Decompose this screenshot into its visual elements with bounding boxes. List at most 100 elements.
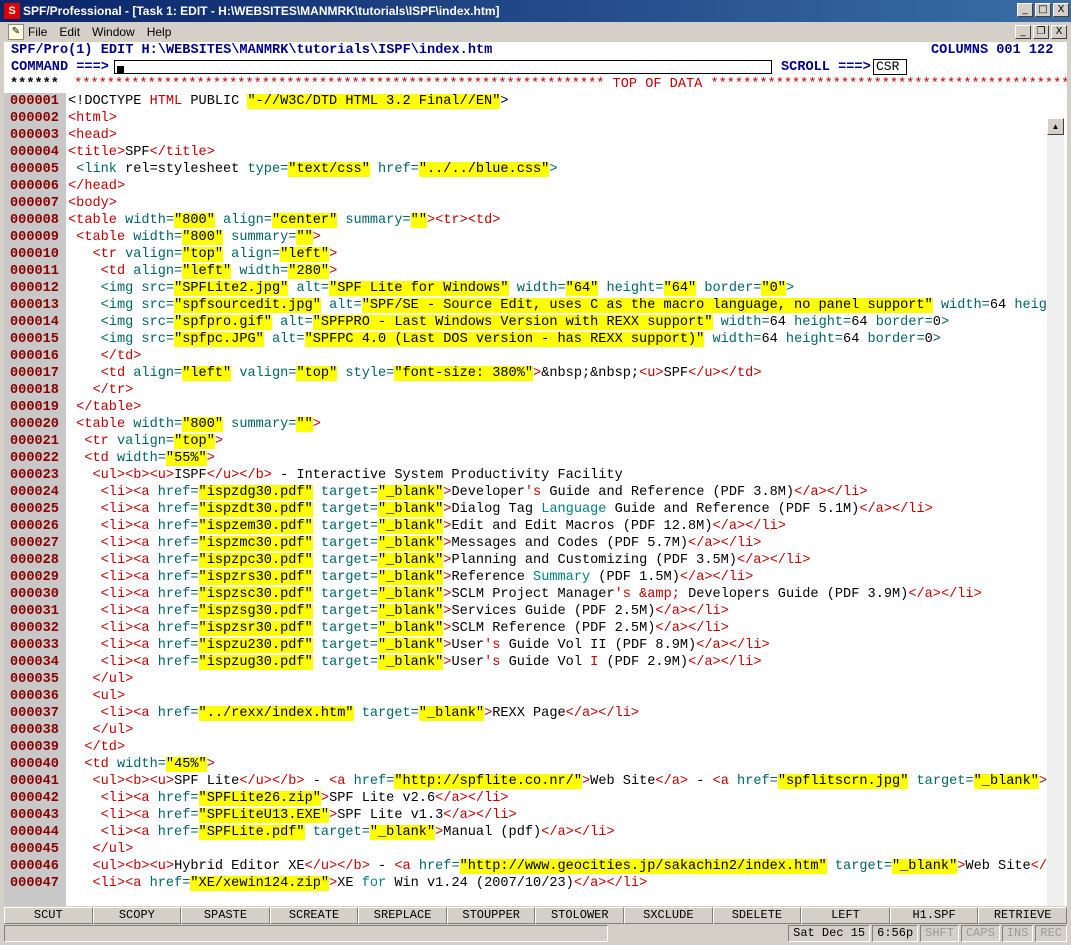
line-number[interactable]: 000019 xyxy=(10,399,59,416)
line-number[interactable]: 000041 xyxy=(10,773,59,790)
line-number[interactable]: 000007 xyxy=(10,195,59,212)
line-number[interactable]: 000045 xyxy=(10,841,59,858)
line-number[interactable]: 000043 xyxy=(10,807,59,824)
line-number[interactable]: 000040 xyxy=(10,756,59,773)
app-icon[interactable]: S xyxy=(4,3,20,19)
line-text[interactable]: </td> xyxy=(68,739,1047,756)
line-text[interactable]: </ul> xyxy=(68,841,1047,858)
line-text[interactable]: <link rel=stylesheet type="text/css" hre… xyxy=(68,161,1047,178)
line-number[interactable]: 000035 xyxy=(10,671,59,688)
line-number[interactable]: 000039 xyxy=(10,739,59,756)
line-number[interactable]: 000012 xyxy=(10,280,59,297)
line-text[interactable]: <li><a href="SPFLite26.zip">SPF Lite v2.… xyxy=(68,790,1047,807)
line-text[interactable]: <li><a href="ispzsc30.pdf" target="_blan… xyxy=(68,586,1047,603)
line-text[interactable]: <li><a href="ispzdt30.pdf" target="_blan… xyxy=(68,501,1047,518)
line-number[interactable]: 000001 xyxy=(10,93,59,110)
line-number[interactable]: 000009 xyxy=(10,229,59,246)
line-number[interactable]: 000031 xyxy=(10,603,59,620)
line-number[interactable]: 000022 xyxy=(10,450,59,467)
line-number[interactable]: 000021 xyxy=(10,433,59,450)
line-number[interactable]: 000032 xyxy=(10,620,59,637)
fkey-sreplace[interactable]: SREPLACE xyxy=(358,907,447,924)
fkey-screate[interactable]: SCREATE xyxy=(269,907,359,924)
line-text[interactable]: <img src="spfpro.gif" alt="SPFPRO - Last… xyxy=(68,314,1047,331)
line-number[interactable]: 000037 xyxy=(10,705,59,722)
scroll-input[interactable]: CSR xyxy=(873,59,907,75)
fkey-left[interactable]: LEFT xyxy=(801,907,890,924)
line-text[interactable]: <table width="800" summary=""> xyxy=(68,416,1047,433)
line-text[interactable]: <ul><b><u>Hybrid Editor XE</u></b> - <a … xyxy=(68,858,1047,875)
line-number[interactable]: 000029 xyxy=(10,569,59,586)
line-text[interactable]: <tr valign="top" align="left"> xyxy=(68,246,1047,263)
line-text[interactable]: <table width="800" summary=""> xyxy=(68,229,1047,246)
fkey-stoupper[interactable]: STOUPPER xyxy=(446,907,536,924)
line-number[interactable]: 000027 xyxy=(10,535,59,552)
line-text[interactable]: </td> xyxy=(68,348,1047,365)
line-text[interactable]: <li><a href="ispzmc30.pdf" target="_blan… xyxy=(68,535,1047,552)
line-number[interactable]: 000030 xyxy=(10,586,59,603)
line-text[interactable]: <tr valign="top"> xyxy=(68,433,1047,450)
menu-window[interactable]: Window xyxy=(86,25,141,39)
line-text[interactable]: <li><a href="../rexx/index.htm" target="… xyxy=(68,705,1047,722)
maximize-button[interactable]: □ xyxy=(1035,3,1051,17)
fkey-retrieve[interactable]: RETRIEVE xyxy=(978,907,1067,924)
line-text[interactable]: <li><a href="ispzpc30.pdf" target="_blan… xyxy=(68,552,1047,569)
command-input[interactable] xyxy=(114,60,772,74)
line-number[interactable]: 000004 xyxy=(10,144,59,161)
line-text[interactable]: <!DOCTYPE HTML PUBLIC "-//W3C/DTD HTML 3… xyxy=(68,93,1047,110)
line-text[interactable]: <img src="spfsourcedit.jpg" alt="SPF/SE … xyxy=(68,297,1047,314)
fkey-stolower[interactable]: STOLOWER xyxy=(535,907,625,924)
line-text[interactable]: <ul> xyxy=(68,688,1047,705)
line-number[interactable]: 000008 xyxy=(10,212,59,229)
line-text[interactable]: <table width="800" align="center" summar… xyxy=(68,212,1047,229)
fkey-spaste[interactable]: SPASTE xyxy=(181,907,270,924)
fkey-h1-spf[interactable]: H1.SPF xyxy=(889,907,979,924)
line-number[interactable]: 000002 xyxy=(10,110,59,127)
line-text[interactable]: <li><a href="ispzug30.pdf" target="_blan… xyxy=(68,654,1047,671)
line-text[interactable]: <ul><b><u>SPF Lite</u></b> - <a href="ht… xyxy=(68,773,1047,790)
minimize-button[interactable]: _ xyxy=(1017,3,1033,17)
line-text[interactable]: <li><a href="ispzu230.pdf" target="_blan… xyxy=(68,637,1047,654)
line-number[interactable]: 000042 xyxy=(10,790,59,807)
scroll-up-icon[interactable]: ▲ xyxy=(1047,118,1064,135)
line-number[interactable]: 000015 xyxy=(10,331,59,348)
close-button[interactable]: X xyxy=(1053,3,1069,17)
line-text[interactable]: </table> xyxy=(68,399,1047,416)
line-number[interactable]: 000018 xyxy=(10,382,59,399)
line-number[interactable]: 000034 xyxy=(10,654,59,671)
line-text[interactable]: <td width="45%"> xyxy=(68,756,1047,773)
line-number[interactable]: 000046 xyxy=(10,858,59,875)
fkey-sdelete[interactable]: SDELETE xyxy=(712,907,802,924)
line-number[interactable]: 000047 xyxy=(10,875,59,892)
line-text[interactable]: <li><a href="ispzdg30.pdf" target="_blan… xyxy=(68,484,1047,501)
line-text[interactable]: <li><a href="XE/xewin124.zip">XE for Win… xyxy=(68,875,1047,892)
line-text[interactable]: </ul> xyxy=(68,671,1047,688)
line-number[interactable]: 000013 xyxy=(10,297,59,314)
fkey-scopy[interactable]: SCOPY xyxy=(92,907,182,924)
line-number[interactable]: 000028 xyxy=(10,552,59,569)
line-text[interactable]: <ul><b><u>ISPF</u></b> - Interactive Sys… xyxy=(68,467,1047,484)
menu-logo-icon[interactable]: ✎ xyxy=(8,24,24,40)
menu-edit[interactable]: Edit xyxy=(53,25,86,39)
line-text[interactable]: <li><a href="SPFLite.pdf" target="_blank… xyxy=(68,824,1047,841)
line-number[interactable]: 000003 xyxy=(10,127,59,144)
line-number[interactable]: 000023 xyxy=(10,467,59,484)
editor-area[interactable]: SPF/Pro(1) EDIT H:\WEBSITES\MANMRK\tutor… xyxy=(4,42,1067,906)
line-text[interactable]: <img src="SPFLite2.jpg" alt="SPF Lite fo… xyxy=(68,280,1047,297)
line-text[interactable]: </tr> xyxy=(68,382,1047,399)
line-number[interactable]: 000044 xyxy=(10,824,59,841)
menu-help[interactable]: Help xyxy=(141,25,178,39)
line-number[interactable]: 000016 xyxy=(10,348,59,365)
line-text[interactable]: <td align="left" width="280"> xyxy=(68,263,1047,280)
line-text[interactable]: <body> xyxy=(68,195,1047,212)
line-number[interactable]: 000014 xyxy=(10,314,59,331)
fkey-sxclude[interactable]: SXCLUDE xyxy=(624,907,713,924)
line-text[interactable]: <li><a href="ispzrs30.pdf" target="_blan… xyxy=(68,569,1047,586)
line-number[interactable]: 000006 xyxy=(10,178,59,195)
line-text[interactable]: <li><a href="ispzem30.pdf" target="_blan… xyxy=(68,518,1047,535)
line-text[interactable]: <li><a href="ispzsr30.pdf" target="_blan… xyxy=(68,620,1047,637)
line-text[interactable]: <td align="left" valign="top" style="fon… xyxy=(68,365,1047,382)
fkey-scut[interactable]: SCUT xyxy=(4,907,93,924)
line-text[interactable]: <title>SPF</title> xyxy=(68,144,1047,161)
line-number[interactable]: 000038 xyxy=(10,722,59,739)
